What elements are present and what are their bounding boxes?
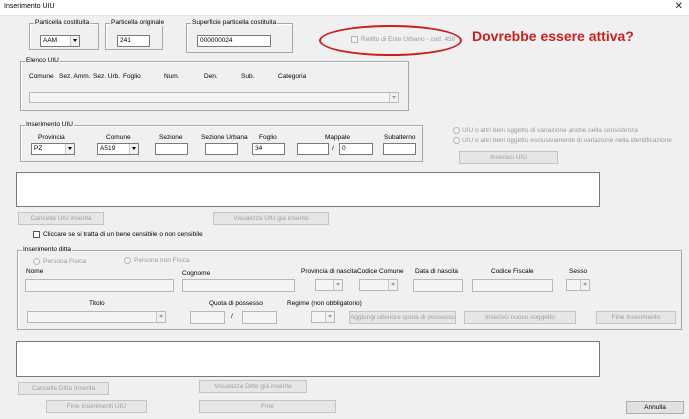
provincia-label: Provincia [38,134,65,141]
col-sub: Sub. [241,73,255,80]
col-foglio: Foglio [123,73,141,80]
col-sez-urb: Sez. Urb. [93,73,121,80]
sezione-urbana-field[interactable] [205,143,238,155]
radio-identificazione[interactable] [453,137,460,144]
mappale-label: Mappale [325,134,350,141]
foglio-label: Foglio [259,134,277,141]
ditta-list[interactable] [16,341,600,377]
regime-select[interactable] [311,311,335,323]
provincia-nascita-label: Provincia di nascita [301,268,357,275]
col-den: Den. [204,73,218,80]
censibile-label: Cliccare se si tratta di un bene censibi… [43,231,203,238]
titolo-label: Titolo [89,300,105,307]
persona-non-fisica-label: Persona non Fisica [134,257,190,264]
quota-field-1[interactable] [190,311,225,324]
uiu-list[interactable] [16,172,600,207]
radio-consistenza-label: UIU o altri beni oggetto di variazione a… [462,127,638,134]
nome-label: Nome [26,268,44,275]
inserisci-uiu-button[interactable]: Inserisci UIU [459,151,558,164]
chevron-down-icon[interactable] [333,280,342,290]
data-nascita-field[interactable] [413,279,463,292]
particella-originale-label: Particella originale [110,19,166,26]
sesso-label: Sesso [569,268,588,275]
fine-inserimenti-uiu-button[interactable]: Fine Inserimenti UIU [46,400,147,413]
radio-consistenza[interactable] [453,127,460,134]
provincia-select[interactable]: PZ [31,143,75,155]
close-icon[interactable]: ✕ [675,1,683,12]
particella-costituita-label: Particella costituita [34,19,91,26]
chevron-down-icon[interactable] [156,312,165,322]
chevron-down-icon[interactable] [65,144,74,154]
col-comune: Comune [29,73,54,80]
comune-value: A519 [100,145,116,152]
chevron-down-icon[interactable] [580,280,589,290]
col-num: Num. [164,73,180,80]
fine-button[interactable]: Fine [199,400,336,413]
chevron-down-icon[interactable] [388,280,397,290]
cancella-uiu-button[interactable]: Cancella UIU inserita [18,212,104,225]
persona-fisica-label: Persona Fisica [43,258,86,265]
chevron-down-icon[interactable] [325,312,334,322]
inserimento-ditta-legend: Inserimento ditta [22,246,73,253]
mappale-field-2[interactable]: 0 [339,143,373,155]
subalterno-field[interactable] [383,143,416,155]
nome-field[interactable] [25,279,174,292]
sezione-urbana-label: Sezione Urbana [201,134,248,141]
annulla-button[interactable]: Annulla [626,401,684,414]
col-categoria: Categoria [278,73,307,80]
codice-fiscale-label: Codice Fiscale [491,268,534,275]
regime-label: Regime (non obbligatorio) [287,300,362,307]
inserimento-uiu-legend: Inserimento UIU [25,121,74,128]
codice-comune-label: Codice Comune [357,268,404,275]
visualizza-ditte-button[interactable]: Visualizza Ditte già inserite [199,380,307,393]
provincia-nascita-select[interactable] [315,279,343,291]
chevron-down-icon[interactable] [129,144,138,154]
sesso-select[interactable] [566,279,590,291]
quota-separator: / [231,313,233,320]
dialog-window: Inserimento UIU ✕ Particella costituita … [0,0,689,419]
comune-select[interactable]: A519 [97,143,139,155]
elenco-uiu-frame: Elenco UIU [20,57,409,111]
comune-label: Comune [106,134,131,141]
provincia-value: PZ [34,145,43,152]
cognome-label: Cognome [182,270,211,277]
quota-field-2[interactable] [242,311,277,324]
radio-persona-fisica[interactable] [33,258,40,265]
quota-label: Quota di possesso [209,300,263,307]
fine-inserimento-button[interactable]: Fine Inserimento [596,311,676,324]
radio-identificazione-label: UIU o altri beni oggetto esclusivamente … [462,137,672,144]
elenco-uiu-legend: Elenco UIU [25,57,60,64]
col-sez-amm: Sez. Amm. [59,73,91,80]
title-bar: Inserimento UIU ✕ [0,0,689,16]
inserisci-soggetto-button[interactable]: Inserisci nuovo soggetto [464,311,576,324]
window-title: Inserimento UIU [4,3,55,10]
chevron-down-icon[interactable] [70,36,79,46]
codice-fiscale-field[interactable] [472,279,553,292]
superficie-label: Superficie particella costituita [191,19,278,26]
cancella-ditta-button[interactable]: Cancella Ditta Inserita [18,382,109,395]
particella-originale-field[interactable]: 241 [117,35,150,47]
superficie-field[interactable]: 000000024 [197,35,271,47]
chevron-down-icon[interactable] [389,93,398,102]
sezione-field[interactable] [155,143,188,155]
relitto-label: Relitto di Ente Urbano - cod. 450 [361,36,456,43]
mappale-separator: / [332,145,334,152]
subalterno-label: Subalterno [384,134,416,141]
cognome-field[interactable] [182,279,295,292]
radio-persona-non-fisica[interactable] [124,257,131,264]
elenco-uiu-select[interactable] [29,92,399,103]
annotation-text: Dovrebbe essere attiva? [472,28,634,44]
particella-costituita-select[interactable]: AAM [40,35,80,47]
titolo-select[interactable] [27,311,166,323]
aggiungi-quota-button[interactable]: Aggiungi ulteriore quota di possesso [349,311,456,324]
data-nascita-label: Data di nascita [415,268,458,275]
foglio-field[interactable]: 34 [252,143,285,155]
mappale-field-1[interactable] [297,143,329,155]
visualizza-uiu-button[interactable]: Visualizza UIU già inserite [213,212,329,225]
codice-comune-select[interactable] [359,279,398,291]
censibile-checkbox[interactable] [33,231,40,238]
particella-costituita-value: AAM [43,37,58,44]
sezione-label: Sezione [159,134,183,141]
relitto-checkbox[interactable] [351,36,358,43]
